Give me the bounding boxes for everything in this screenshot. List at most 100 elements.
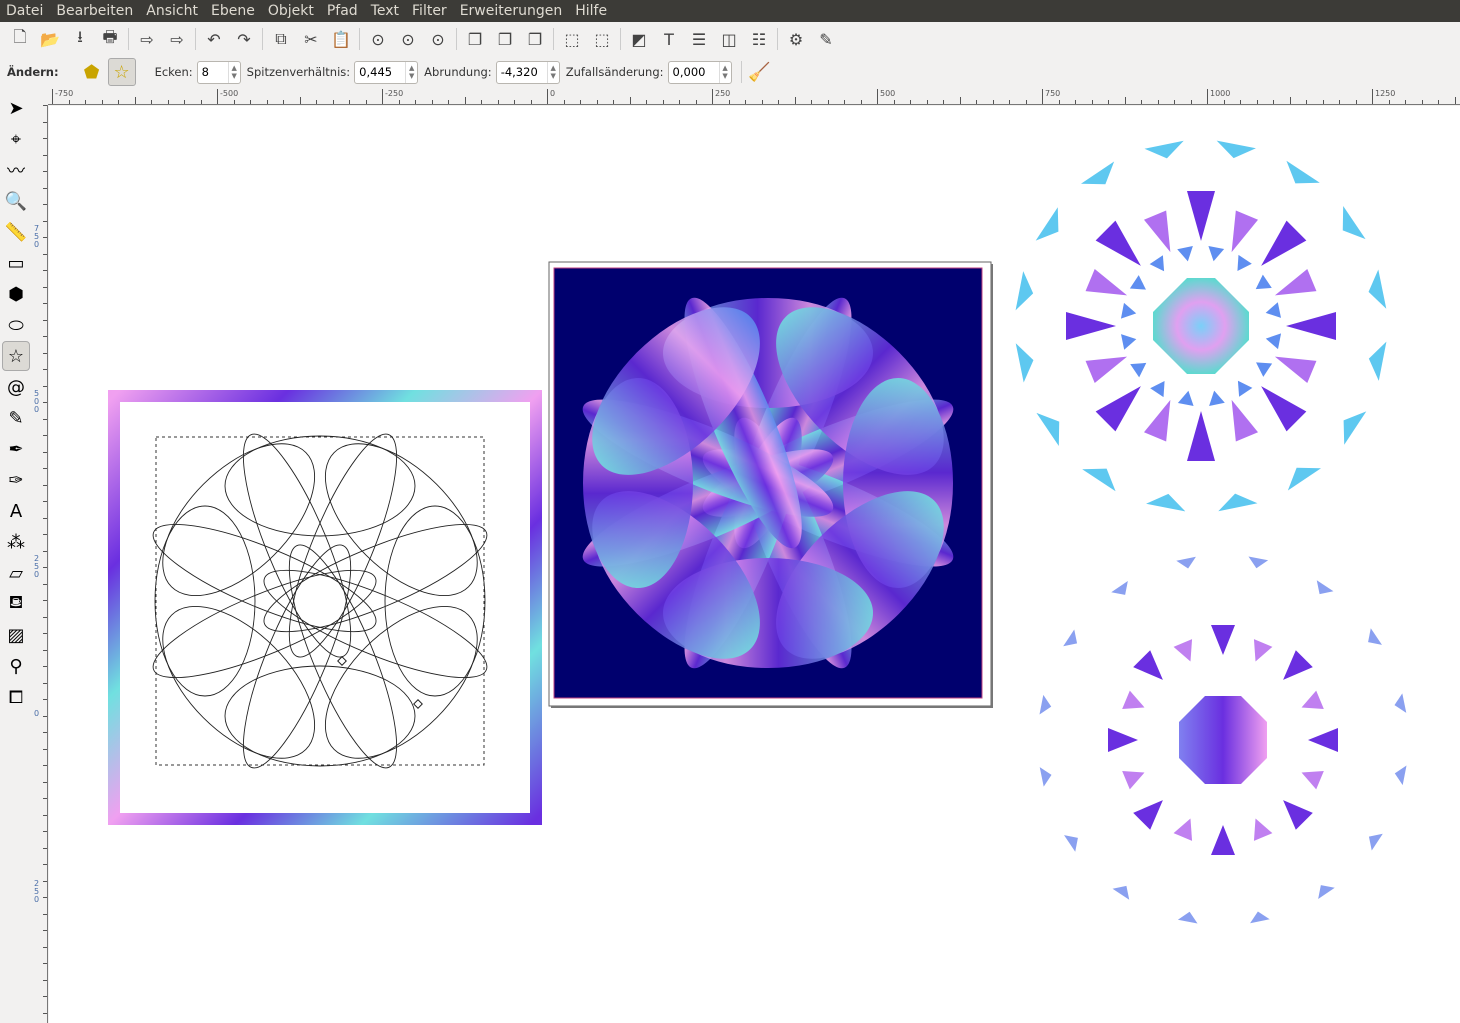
print-icon[interactable]: 🖶 xyxy=(95,26,125,52)
star-fragment xyxy=(1253,639,1273,662)
menu-bearbeiten[interactable]: Bearbeiten xyxy=(50,3,140,19)
separator xyxy=(262,28,263,50)
connector-tool[interactable]: ⧠ xyxy=(2,682,30,712)
group-icon[interactable]: ⬚ xyxy=(557,26,587,52)
octagon-core xyxy=(1153,278,1249,374)
zoom-selection-icon[interactable]: ⊙ xyxy=(363,26,393,52)
menu-filter[interactable]: Filter xyxy=(406,3,454,19)
selector-tool[interactable]: ➤ xyxy=(2,93,30,123)
redo-icon[interactable]: ↷ xyxy=(229,26,259,52)
calligraphy-tool[interactable]: ✑ xyxy=(2,465,30,495)
star-fragment xyxy=(1301,770,1324,790)
duplicate-icon[interactable]: ❐ xyxy=(460,26,490,52)
layers-icon[interactable]: ☰ xyxy=(684,26,714,52)
new-document-icon[interactable]: 🗋 xyxy=(5,26,35,52)
star-fragment xyxy=(1308,728,1338,752)
cut-icon[interactable]: ✂ xyxy=(296,26,326,52)
vertical-ruler: 750 500 250 0 250 xyxy=(32,105,48,1023)
corners-input[interactable] xyxy=(197,65,228,79)
rounded-spinner[interactable]: ▲▼ xyxy=(495,60,560,84)
menu-objekt[interactable]: Objekt xyxy=(262,3,321,19)
zoom-tool[interactable]: 🔍 xyxy=(2,186,30,216)
eraser-tool[interactable]: ▱ xyxy=(2,558,30,588)
star-fragment xyxy=(1150,381,1165,398)
pen-tool[interactable]: ✒ xyxy=(2,434,30,464)
fragment-star-top[interactable] xyxy=(1015,140,1387,512)
ruler-label: 500 xyxy=(34,389,40,414)
menu-hilfe[interactable]: Hilfe xyxy=(569,3,614,19)
drawing-canvas[interactable] xyxy=(49,106,1460,1023)
rounded-input[interactable] xyxy=(496,65,547,79)
text-font-icon[interactable]: T xyxy=(654,26,684,52)
align-icon[interactable]: ☷ xyxy=(744,26,774,52)
paint-bucket-tool[interactable]: ⛾ xyxy=(2,589,30,619)
spin-arrows[interactable]: ▲ ▼ xyxy=(405,61,417,83)
menu-erweiterungen[interactable]: Erweiterungen xyxy=(454,3,570,19)
spiral-tool[interactable]: @ xyxy=(2,372,30,402)
corners-spinner[interactable]: ▲▼ xyxy=(196,60,241,84)
star-fragment xyxy=(1039,694,1052,715)
zoom-drawing-icon[interactable]: ⊙ xyxy=(393,26,423,52)
star-mode-button[interactable]: ☆ xyxy=(107,58,136,86)
ratio-input[interactable] xyxy=(355,65,406,79)
menu-ebene[interactable]: Ebene xyxy=(205,3,262,19)
export-icon[interactable]: ⇨ xyxy=(162,26,192,52)
star-fragment xyxy=(1063,629,1078,647)
copy-icon[interactable]: ⧉ xyxy=(266,26,296,52)
random-input[interactable] xyxy=(668,65,719,79)
paste-icon[interactable]: 📋 xyxy=(326,26,356,52)
outline-star-group[interactable] xyxy=(108,390,542,825)
star-fragment xyxy=(1211,825,1235,855)
dropper-tool[interactable]: ⚲ xyxy=(2,651,30,681)
ellipse-tool[interactable]: ⬭ xyxy=(2,310,30,340)
fill-stroke-icon[interactable]: ◩ xyxy=(624,26,654,52)
rounding-handle[interactable] xyxy=(413,699,423,709)
preferences-icon[interactable]: ⚙ xyxy=(781,26,811,52)
text-tool[interactable]: A xyxy=(2,496,30,526)
menu-text[interactable]: Text xyxy=(365,3,406,19)
octagon-core xyxy=(1179,696,1267,784)
fragment-star-bottom[interactable] xyxy=(1039,556,1407,924)
polygon-mode-button[interactable]: ⬟ xyxy=(78,58,106,86)
spin-arrows[interactable]: ▲ ▼ xyxy=(546,61,559,83)
star-tool[interactable]: ☆ xyxy=(2,341,30,371)
spin-arrows[interactable]: ▲ ▼ xyxy=(227,61,240,83)
menu-pfad[interactable]: Pfad xyxy=(321,3,365,19)
import-icon[interactable]: ⇨ xyxy=(132,26,162,52)
menu-datei[interactable]: Datei xyxy=(0,3,50,19)
clone-icon[interactable]: ❐ xyxy=(490,26,520,52)
star-fragment xyxy=(1108,728,1138,752)
open-icon[interactable]: 📂 xyxy=(35,26,65,52)
star-fragment xyxy=(1231,399,1259,442)
pencil-tool[interactable]: ✎ xyxy=(2,403,30,433)
star-fragment xyxy=(1111,581,1128,595)
node-tool[interactable]: ⌖ xyxy=(2,124,30,154)
menu-ansicht[interactable]: Ansicht xyxy=(140,3,205,19)
star-fragment xyxy=(1256,362,1273,377)
save-icon[interactable]: ⭳ xyxy=(65,26,95,52)
tweak-tool[interactable]: 〰 xyxy=(2,155,30,185)
ungroup-icon[interactable]: ⬚ xyxy=(587,26,617,52)
star-fragment xyxy=(1036,412,1060,447)
ratio-spinner[interactable]: ▲▼ xyxy=(354,60,419,84)
star-fragment xyxy=(1146,493,1186,512)
random-spinner[interactable]: ▲▼ xyxy=(667,60,732,84)
zoom-page-icon[interactable]: ⊙ xyxy=(423,26,453,52)
spray-tool[interactable]: ⁂ xyxy=(2,527,30,557)
measure-tool[interactable]: 📏 xyxy=(2,217,30,247)
document-properties-icon[interactable]: ✎ xyxy=(811,26,841,52)
undo-icon[interactable]: ↶ xyxy=(199,26,229,52)
rectangle-tool[interactable]: ▭ xyxy=(2,248,30,278)
spin-arrows[interactable]: ▲ ▼ xyxy=(718,61,731,83)
star-handle[interactable] xyxy=(337,656,347,666)
star-fragment xyxy=(1218,493,1258,512)
gradient-tool[interactable]: ▨ xyxy=(2,620,30,650)
3d-box-tool[interactable]: ⬢ xyxy=(2,279,30,309)
xml-editor-icon[interactable]: ◫ xyxy=(714,26,744,52)
star-fragment xyxy=(1216,140,1256,159)
star-fragment xyxy=(1120,302,1137,319)
reset-defaults-broom-icon[interactable]: 🧹 xyxy=(746,58,774,86)
star-fragment xyxy=(1283,800,1313,830)
unlink-clone-icon[interactable]: ❐ xyxy=(520,26,550,52)
dark-star-artwork[interactable] xyxy=(548,261,993,708)
